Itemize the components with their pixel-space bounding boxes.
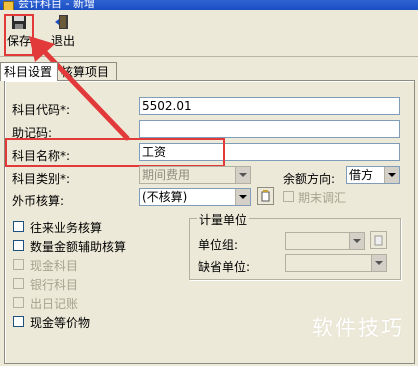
app-icon [3, 1, 14, 10]
unit-group-label: 单位组: [198, 238, 239, 252]
checkbox-bank-subject[interactable] [13, 278, 24, 289]
checkbox-label: 往来业务核算 [30, 221, 103, 235]
lookup-icon [261, 190, 270, 202]
checkbox-label: 出日记账 [30, 297, 79, 311]
checkbox-label: 银行科目 [30, 278, 79, 292]
currency-select[interactable]: (不核算) [139, 188, 251, 206]
default-unit-label: 缺省单位: [198, 260, 251, 274]
checkbox-label: 数量金额辅助核算 [30, 240, 127, 254]
chevron-down-icon [235, 189, 250, 205]
checkbox-cash-subject[interactable] [13, 259, 24, 270]
chevron-down-icon [349, 233, 364, 249]
exit-door-icon [55, 15, 68, 29]
title-bar: 会计科目 - 新增 [0, 0, 418, 10]
category-value: 期间费用 [142, 168, 191, 182]
tab-subject-settings[interactable]: 科目设置 [0, 62, 58, 81]
checkbox-quantity-amount[interactable] [13, 240, 24, 251]
category-label: 科目类别*: [12, 172, 71, 186]
category-select[interactable]: 期间费用 [139, 166, 251, 184]
checkbox-label: 现金等价物 [30, 316, 91, 330]
currency-value: (不核算) [142, 190, 188, 204]
balance-label: 余额方向: [283, 172, 336, 186]
chevron-down-icon [384, 167, 399, 183]
currency-lookup-button[interactable] [257, 187, 274, 205]
unit-group-select[interactable] [285, 232, 365, 250]
currency-label: 外币核算: [12, 194, 65, 208]
default-unit-select[interactable] [285, 254, 387, 272]
window-title: 会计科目 - 新增 [18, 0, 95, 10]
red-arrow-annotation [29, 36, 130, 141]
watermark: 软件技巧 [312, 316, 404, 340]
unit-group-lookup-button[interactable] [370, 231, 387, 249]
balance-value: 借方 [349, 168, 374, 182]
period-adjust-label: 期末调汇 [298, 191, 347, 205]
checkbox-label: 现金科目 [30, 259, 79, 273]
lookup-icon [374, 235, 383, 246]
checkbox-contact-business[interactable] [13, 221, 24, 232]
period-adjust-checkbox[interactable] [283, 191, 294, 202]
checkbox-cash-equivalent[interactable] [13, 316, 24, 327]
mnemonic-input[interactable] [139, 120, 400, 138]
unit-group-title: 计量单位 [197, 211, 250, 228]
checkbox-daily-journal[interactable] [13, 297, 24, 308]
tab-label: 科目设置 [4, 65, 53, 79]
balance-select[interactable]: 借方 [346, 166, 400, 184]
chevron-down-icon [235, 167, 250, 183]
code-input[interactable]: 5502.01 [139, 97, 400, 115]
chevron-down-icon [371, 255, 386, 271]
